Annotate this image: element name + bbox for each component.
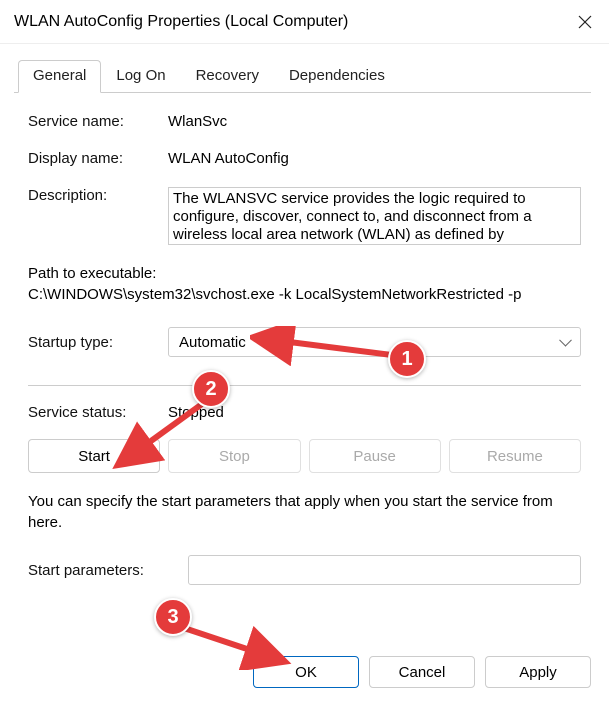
startup-type-select[interactable]: Automatic bbox=[168, 327, 581, 357]
annotation-circle-2: 2 bbox=[192, 370, 230, 408]
start-param-hint: You can specify the start parameters tha… bbox=[28, 491, 581, 533]
path-label: Path to executable: bbox=[28, 265, 581, 282]
tabstrip: General Log On Recovery Dependencies bbox=[14, 60, 591, 93]
description-box[interactable]: The WLANSVC service provides the logic r… bbox=[168, 187, 581, 245]
cancel-button[interactable]: Cancel bbox=[369, 656, 475, 688]
start-parameters-input[interactable] bbox=[188, 555, 581, 585]
close-icon bbox=[578, 15, 592, 29]
display-name-value: WLAN AutoConfig bbox=[168, 150, 581, 167]
startup-type-label: Startup type: bbox=[28, 334, 168, 351]
general-panel: Service name: WlanSvc Display name: WLAN… bbox=[18, 93, 591, 615]
path-value: C:\WINDOWS\system32\svchost.exe -k Local… bbox=[28, 286, 581, 303]
resume-button: Resume bbox=[449, 439, 581, 473]
tab-log-on[interactable]: Log On bbox=[101, 60, 180, 93]
apply-button[interactable]: Apply bbox=[485, 656, 591, 688]
service-name-label: Service name: bbox=[28, 113, 168, 130]
start-button[interactable]: Start bbox=[28, 439, 160, 473]
start-parameters-label: Start parameters: bbox=[28, 562, 188, 579]
annotation-circle-1: 1 bbox=[388, 340, 426, 378]
pause-button: Pause bbox=[309, 439, 441, 473]
annotation-circle-3: 3 bbox=[154, 598, 192, 636]
titlebar: WLAN AutoConfig Properties (Local Comput… bbox=[0, 0, 609, 44]
tab-recovery[interactable]: Recovery bbox=[181, 60, 274, 93]
display-name-label: Display name: bbox=[28, 150, 168, 167]
ok-button[interactable]: OK bbox=[253, 656, 359, 688]
separator bbox=[28, 385, 581, 386]
close-button[interactable] bbox=[561, 0, 609, 44]
startup-type-value: Automatic bbox=[179, 334, 246, 351]
description-label: Description: bbox=[28, 187, 168, 204]
tab-general[interactable]: General bbox=[18, 60, 101, 93]
tab-dependencies[interactable]: Dependencies bbox=[274, 60, 400, 93]
window-title: WLAN AutoConfig Properties (Local Comput… bbox=[14, 13, 348, 31]
service-status-label: Service status: bbox=[28, 404, 168, 421]
stop-button: Stop bbox=[168, 439, 300, 473]
service-name-value: WlanSvc bbox=[168, 113, 581, 130]
